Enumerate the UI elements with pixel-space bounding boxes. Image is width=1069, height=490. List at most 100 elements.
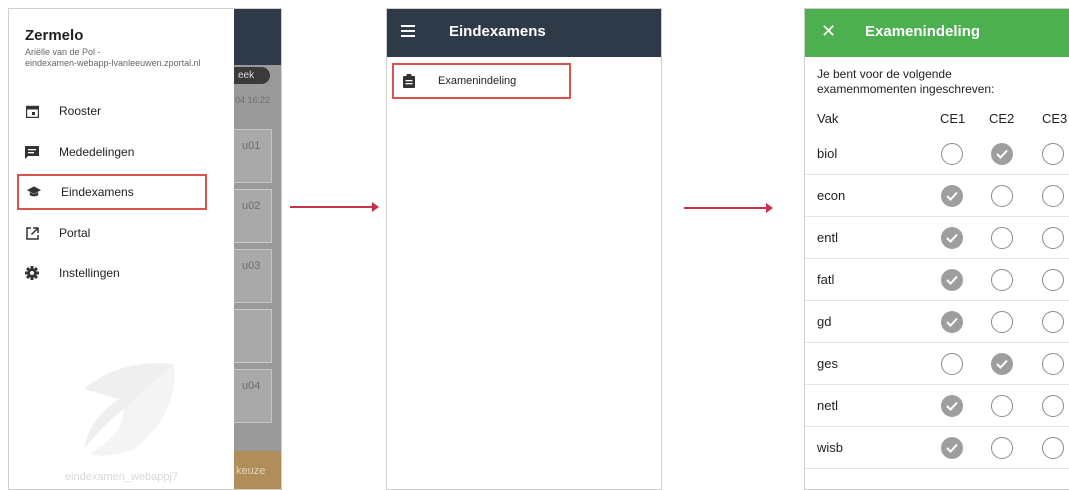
gear-icon xyxy=(25,266,39,280)
radio-ce2-checked[interactable] xyxy=(991,353,1013,375)
column-header-vak: Vak xyxy=(817,111,839,126)
checkmark-icon xyxy=(996,359,1008,369)
radio-ce1-checked[interactable] xyxy=(941,185,963,207)
clipboard-icon xyxy=(403,74,415,88)
subject-label: econ xyxy=(817,188,846,203)
schedule-card[interactable] xyxy=(234,309,272,363)
watermark-text: eindexamen_webappj7 xyxy=(64,471,179,483)
background-app: eek 04 16:22 u01 u02 u03 u04 keuze xyxy=(234,9,281,489)
page-title: Eindexamens xyxy=(449,23,546,40)
app-header: ✕ Examenindeling xyxy=(805,9,1069,57)
intro-line: examenmomenten ingeschreven: xyxy=(817,82,995,96)
drawer-item-label: Mededelingen xyxy=(59,145,135,159)
background-header xyxy=(234,9,281,65)
eindexamens-screen: Eindexamens Examenindeling xyxy=(386,8,662,490)
user-name: Ariëlle van de Pol - xyxy=(25,47,101,57)
drawer-item-label: Portal xyxy=(59,226,91,240)
intro-text: Je bent voor de volgende examenmomenten … xyxy=(817,67,1067,97)
background-footer[interactable]: keuze xyxy=(234,451,281,489)
radio-ce3[interactable] xyxy=(1042,395,1064,417)
checkmark-icon xyxy=(946,233,958,243)
table-row: netl xyxy=(805,385,1069,427)
navigation-drawer: Zermelo Ariëlle van de Pol - eindexamen-… xyxy=(9,9,234,489)
calendar-icon xyxy=(25,104,39,118)
radio-ce2[interactable] xyxy=(991,311,1013,333)
radio-ce3[interactable] xyxy=(1042,185,1064,207)
checkmark-icon xyxy=(946,317,958,327)
drawer-item-rooster[interactable]: Rooster xyxy=(17,93,207,129)
table-row: fatl xyxy=(805,259,1069,301)
drawer-item-instellingen[interactable]: Instellingen xyxy=(17,255,207,291)
radio-ce3[interactable] xyxy=(1042,143,1064,165)
app-title: Zermelo xyxy=(25,27,84,44)
radio-ce1-checked[interactable] xyxy=(941,395,963,417)
app-header: Eindexamens xyxy=(387,9,661,57)
radio-ce1[interactable] xyxy=(941,143,963,165)
radio-ce2[interactable] xyxy=(991,437,1013,459)
checkmark-icon xyxy=(996,149,1008,159)
schedule-card[interactable]: u03 xyxy=(234,249,272,303)
drawer-item-label: Instellingen xyxy=(59,266,120,280)
radio-ce3[interactable] xyxy=(1042,227,1064,249)
flow-arrow xyxy=(684,203,773,213)
checkmark-icon xyxy=(946,443,958,453)
subject-label: entl xyxy=(817,230,838,245)
intro-line: Je bent voor de volgende xyxy=(817,67,952,81)
table-row: econ xyxy=(805,175,1069,217)
schedule-card[interactable]: u04 xyxy=(234,369,272,423)
drawer-screen: eek 04 16:22 u01 u02 u03 u04 keuze Zerme… xyxy=(8,8,282,490)
week-pill[interactable]: eek xyxy=(234,67,270,84)
checkmark-icon xyxy=(946,191,958,201)
drawer-item-mededelingen[interactable]: Mededelingen xyxy=(17,134,207,170)
radio-ce1-checked[interactable] xyxy=(941,269,963,291)
zermelo-logo-watermark xyxy=(84,363,175,456)
drawer-item-eindexamens[interactable]: Eindexamens xyxy=(17,174,207,210)
drawer-item-label: Eindexamens xyxy=(61,185,134,199)
radio-ce2[interactable] xyxy=(991,269,1013,291)
page-title: Examenindeling xyxy=(865,23,981,40)
table-row: entl xyxy=(805,217,1069,259)
close-icon[interactable]: ✕ xyxy=(821,21,836,41)
menu-item-label: Examenindeling xyxy=(438,75,517,87)
examenindeling-screen: ✕ Examenindeling Je bent voor de volgend… xyxy=(804,8,1069,490)
column-header-ce2: CE2 xyxy=(989,111,1015,126)
table-row: ges xyxy=(805,343,1069,385)
radio-ce3[interactable] xyxy=(1042,311,1064,333)
menu-item-examenindeling[interactable]: Examenindeling xyxy=(392,63,571,99)
drawer-item-portal[interactable]: Portal xyxy=(17,215,207,251)
radio-ce2-checked[interactable] xyxy=(991,143,1013,165)
graduation-cap-icon xyxy=(27,185,41,199)
portal-domain: eindexamen-webapp-lvanleeuwen.zportal.nl xyxy=(25,58,201,68)
checkmark-icon xyxy=(946,401,958,411)
radio-ce2[interactable] xyxy=(991,185,1013,207)
subject-label: gd xyxy=(817,314,832,329)
radio-ce2[interactable] xyxy=(991,227,1013,249)
radio-ce3[interactable] xyxy=(1042,353,1064,375)
message-icon xyxy=(25,145,39,159)
column-header-ce1: CE1 xyxy=(940,111,966,126)
table-row: gd xyxy=(805,301,1069,343)
column-header-ce3: CE3 xyxy=(1042,111,1068,126)
checkmark-icon xyxy=(946,275,958,285)
radio-ce3[interactable] xyxy=(1042,437,1064,459)
schedule-card[interactable]: u01 xyxy=(234,129,272,183)
table-row: wisb xyxy=(805,427,1069,469)
radio-ce2[interactable] xyxy=(991,395,1013,417)
radio-ce1[interactable] xyxy=(941,353,963,375)
subject-label: biol xyxy=(817,146,838,161)
table-row: biol xyxy=(805,133,1069,175)
radio-ce1-checked[interactable] xyxy=(941,311,963,333)
hamburger-menu-icon[interactable] xyxy=(401,25,415,39)
flow-arrow xyxy=(290,202,379,212)
external-link-icon xyxy=(25,226,39,240)
user-info: Ariëlle van de Pol - eindexamen-webapp-l… xyxy=(25,47,231,69)
radio-ce3[interactable] xyxy=(1042,269,1064,291)
subject-label: wisb xyxy=(817,440,844,455)
background-date: 04 16:22 xyxy=(235,95,271,105)
schedule-card[interactable]: u02 xyxy=(234,189,272,243)
radio-ce1-checked[interactable] xyxy=(941,437,963,459)
radio-ce1-checked[interactable] xyxy=(941,227,963,249)
drawer-item-label: Rooster xyxy=(59,104,102,118)
subject-label: fatl xyxy=(817,272,835,287)
subject-label: ges xyxy=(817,356,838,371)
